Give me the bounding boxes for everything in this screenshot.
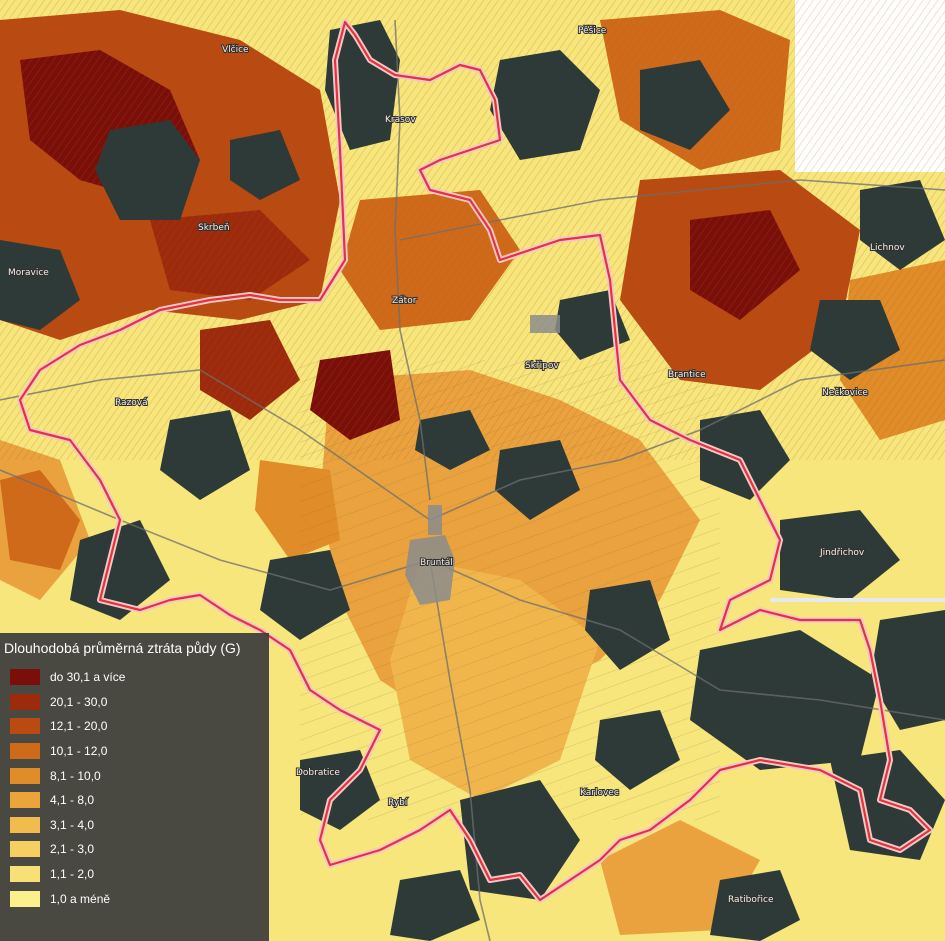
legend-item: 4,1 - 8,0 bbox=[4, 788, 263, 813]
legend-list: do 30,1 a více 20,1 - 30,0 12,1 - 20,0 1… bbox=[4, 665, 263, 911]
place-label[interactable]: Bruntál bbox=[419, 557, 454, 569]
legend-panel: Dlouhodobá průměrná ztráta půdy (G) do 3… bbox=[0, 633, 269, 941]
legend-swatch bbox=[10, 816, 40, 833]
place-label[interactable]: Jindřichov bbox=[818, 547, 866, 559]
place-label[interactable]: Nečkovice bbox=[821, 386, 869, 399]
legend-label: 4,1 - 8,0 bbox=[50, 793, 95, 808]
place-label[interactable]: Dobratice bbox=[295, 767, 341, 779]
legend-label: 8,1 - 10,0 bbox=[50, 768, 101, 783]
legend-item: 10,1 - 12,0 bbox=[4, 739, 263, 764]
legend-label: 1,1 - 2,0 bbox=[50, 867, 95, 882]
legend-swatch bbox=[10, 718, 40, 735]
legend-swatch bbox=[10, 669, 40, 686]
place-label[interactable]: Rybí bbox=[387, 797, 409, 809]
legend-label: 3,1 - 4,0 bbox=[50, 817, 95, 832]
legend-swatch bbox=[10, 792, 40, 809]
tile-seam bbox=[770, 598, 945, 602]
legend-swatch bbox=[10, 767, 40, 784]
legend-item: 8,1 - 10,0 bbox=[4, 763, 263, 788]
legend-item: do 30,1 a více bbox=[4, 665, 263, 690]
place-label[interactable]: Skřipov bbox=[524, 360, 560, 372]
legend-swatch bbox=[10, 693, 40, 710]
legend-label: 12,1 - 20,0 bbox=[50, 719, 108, 734]
place-label[interactable]: Lichnov bbox=[869, 242, 906, 254]
legend-swatch bbox=[10, 743, 40, 760]
legend-item: 20,1 - 30,0 bbox=[4, 690, 263, 715]
place-label[interactable]: Karlovec bbox=[579, 787, 620, 799]
legend-item: 1,0 a méně bbox=[4, 886, 263, 911]
place-label[interactable]: Pěšice bbox=[577, 24, 608, 37]
place-label[interactable]: Razová bbox=[114, 397, 149, 409]
place-label[interactable]: Ratibořice bbox=[727, 894, 775, 906]
legend-item: 1,1 - 2,0 bbox=[4, 862, 263, 887]
legend-label: do 30,1 a více bbox=[50, 670, 126, 685]
legend-item: 12,1 - 20,0 bbox=[4, 714, 263, 739]
legend-swatch bbox=[10, 866, 40, 883]
legend-title: Dlouhodobá průměrná ztráta půdy (G) bbox=[4, 640, 241, 656]
place-label[interactable]: Moravice bbox=[7, 267, 50, 279]
place-label[interactable]: Zátor bbox=[391, 295, 418, 307]
place-label[interactable]: Brantice bbox=[667, 369, 707, 381]
legend-item: 2,1 - 3,0 bbox=[4, 837, 263, 862]
legend-item: 3,1 - 4,0 bbox=[4, 813, 263, 838]
legend-swatch bbox=[10, 890, 40, 907]
legend-label: 10,1 - 12,0 bbox=[50, 744, 108, 759]
legend-swatch bbox=[10, 841, 40, 858]
place-label[interactable]: Vlčice bbox=[221, 43, 250, 56]
place-label[interactable]: Krasov bbox=[384, 114, 417, 126]
legend-label: 20,1 - 30,0 bbox=[50, 694, 108, 709]
legend-label: 1,0 a méně bbox=[50, 891, 111, 906]
place-label[interactable]: Skrbeň bbox=[197, 221, 231, 234]
legend-label: 2,1 - 3,0 bbox=[50, 842, 95, 857]
